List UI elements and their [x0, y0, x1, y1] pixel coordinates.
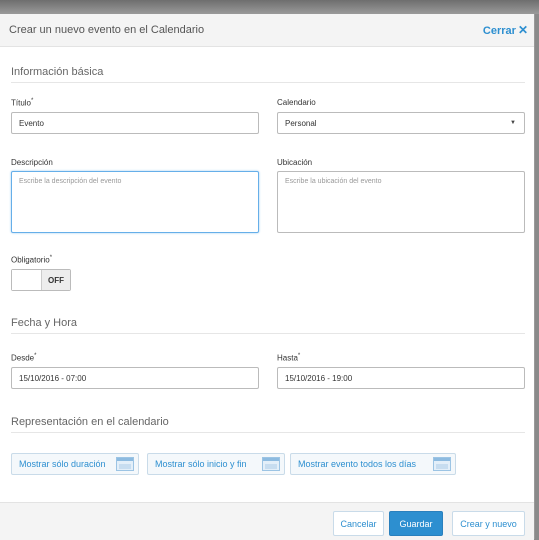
- description-textarea[interactable]: Escribe la descripción del evento: [11, 171, 259, 233]
- save-and-new-button[interactable]: Crear y nuevo: [452, 511, 525, 536]
- create-event-dialog: Crear un nuevo evento en el Calendario C…: [0, 14, 535, 540]
- location-label: Ubicación: [277, 158, 313, 167]
- title-input[interactable]: Evento: [11, 112, 259, 134]
- cancel-button[interactable]: Cancelar: [333, 511, 384, 536]
- calendar-all-days-icon: [433, 457, 451, 471]
- location-textarea[interactable]: Escribe la ubicación del evento: [277, 171, 525, 233]
- section-representation: Representación en el calendario: [11, 416, 525, 433]
- background-app-bar: [0, 0, 539, 14]
- description-label: Descripción: [11, 158, 53, 167]
- close-label: Cerrar: [482, 25, 516, 37]
- save-button[interactable]: Guardar: [389, 511, 443, 536]
- calendar-select-value: Personal: [285, 118, 317, 128]
- section-basic-info: Información básica: [11, 66, 525, 83]
- show-all-days-label: Mostrar evento todos los días: [298, 459, 417, 469]
- calendar-start-end-icon: [262, 457, 280, 471]
- dialog-footer: Cancelar Guardar Crear y nuevo: [0, 502, 534, 540]
- to-datetime-input[interactable]: 15/10/2016 - 19:00: [277, 367, 525, 389]
- toggle-knob: [12, 270, 42, 290]
- close-button[interactable]: Cerrar ✕: [483, 23, 528, 37]
- show-duration-only-button[interactable]: Mostrar sólo duración: [11, 453, 139, 475]
- dialog-title: Crear un nuevo evento en el Calendario: [9, 24, 205, 36]
- to-label: Hasta*: [277, 353, 301, 363]
- required-toggle[interactable]: OFF: [11, 269, 71, 291]
- from-label: Desde*: [11, 353, 37, 363]
- calendar-label: Calendario: [277, 98, 316, 107]
- section-date-time: Fecha y Hora: [11, 317, 525, 334]
- close-icon: ✕: [517, 23, 528, 37]
- show-duration-only-label: Mostrar sólo duración: [19, 459, 106, 469]
- calendar-duration-icon: [116, 457, 134, 471]
- chevron-down-icon: ▼: [510, 120, 516, 126]
- calendar-select[interactable]: Personal ▼: [277, 112, 525, 134]
- title-label: Título*: [11, 98, 34, 108]
- from-datetime-input[interactable]: 15/10/2016 - 07:00: [11, 367, 259, 389]
- toggle-state: OFF: [42, 270, 70, 290]
- dialog-header: Crear un nuevo evento en el Calendario C…: [0, 14, 534, 47]
- required-label: Obligatorio*: [11, 255, 53, 265]
- show-all-days-button[interactable]: Mostrar evento todos los días: [290, 453, 456, 475]
- show-start-end-label: Mostrar sólo inicio y fin: [155, 459, 247, 469]
- show-start-end-button[interactable]: Mostrar sólo inicio y fin: [147, 453, 285, 475]
